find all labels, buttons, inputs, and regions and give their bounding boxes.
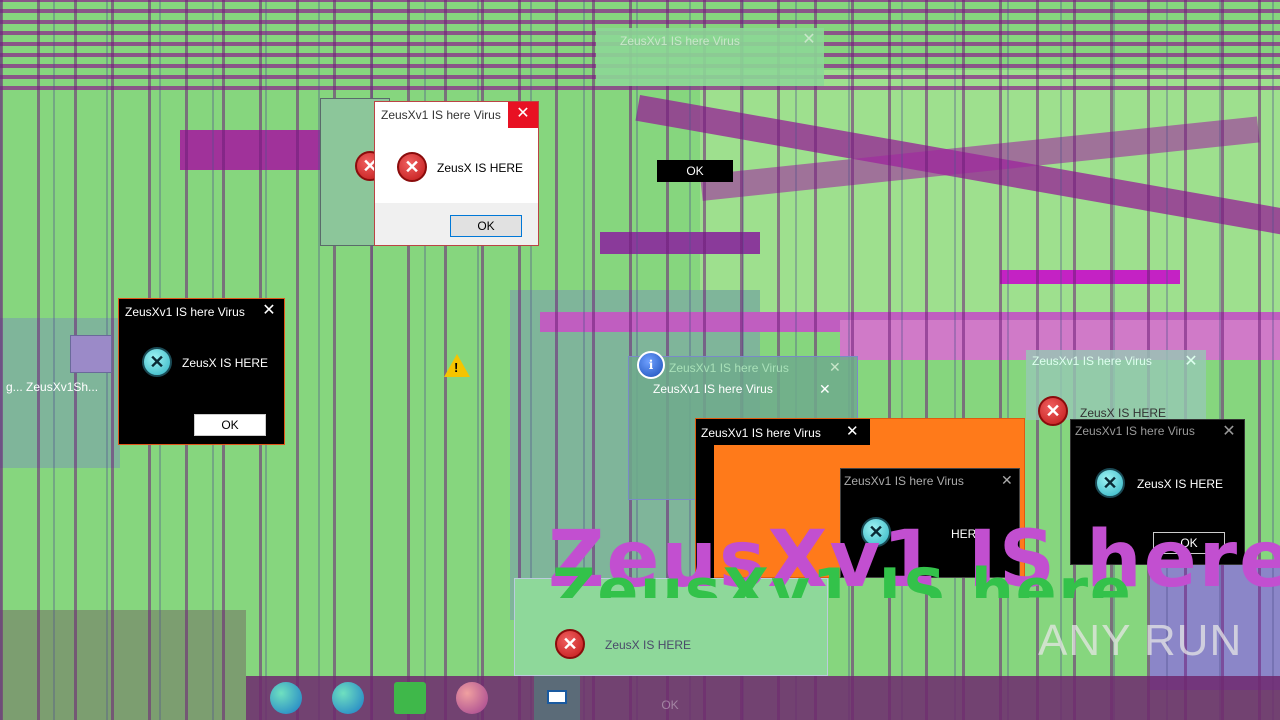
app-icon[interactable] — [456, 682, 488, 714]
dialog-message: ZeusX IS HERE — [1080, 406, 1167, 420]
cyan-error-icon: ✕ — [1095, 468, 1125, 498]
dialog-title: ZeusXv1 IS here Virus — [1075, 424, 1195, 438]
close-button[interactable]: ✕ — [1214, 420, 1244, 446]
active-window-button[interactable] — [534, 676, 580, 720]
ghost-dialog-title: ZeusXv1 IS here Virus — [669, 361, 789, 375]
close-button[interactable]: ✕ — [508, 102, 538, 128]
cyan-error-icon: ✕ — [142, 347, 172, 377]
error-dialog: ZeusXv1 IS here Virus ✕ ✕ ZeusX IS HERE … — [374, 101, 539, 246]
window-icon — [547, 690, 567, 704]
ok-button[interactable]: OK — [450, 215, 522, 237]
close-button[interactable]: ✕ — [846, 422, 859, 440]
ghost-dialog-right: ZeusXv1 IS here Virus ✕ ✕ ZeusX IS HERE — [1026, 350, 1206, 426]
shortcut-label[interactable]: g... ZeusXv1Sh... — [6, 380, 126, 394]
dialog-title: ZeusXv1 IS here Virus — [701, 426, 821, 440]
edge-icon[interactable] — [270, 682, 302, 714]
close-icon[interactable]: ✕ — [1176, 350, 1206, 376]
close-icon[interactable]: ✕ — [819, 381, 831, 398]
error-icon: ✕ — [397, 152, 427, 182]
dialog-title: ZeusXv1 IS here Virus — [125, 305, 245, 319]
dialog-message: ZeusX IS HERE — [605, 638, 692, 652]
ghost-dialog-title: ZeusXv1 IS here Virus — [1032, 354, 1152, 368]
dialog-message: ZeusX IS HERE — [437, 161, 524, 175]
close-icon[interactable]: ✕ — [829, 359, 841, 376]
ghost-dialog-titlebar: ZeusXv1 IS here Virus ✕ — [596, 28, 824, 54]
dialog-footer: OK — [375, 203, 538, 245]
close-icon[interactable]: ✕ — [794, 28, 824, 54]
dialog-titlebar: ZeusXv1 IS here Virus ✕ — [696, 419, 870, 445]
error-dialog-dark: ZeusXv1 IS here Virus ✕ ✕ ZeusX IS HERE … — [118, 298, 285, 445]
dialog-message: ZeusX IS HERE — [1137, 477, 1224, 491]
dialog-message: ZeusX IS HERE — [182, 356, 269, 370]
background-band — [1000, 270, 1180, 284]
dialog-titlebar: ZeusXv1 IS here Virus ✕ — [1071, 420, 1244, 446]
shortcut-icon[interactable] — [70, 335, 112, 373]
close-button[interactable]: ✕ — [1001, 472, 1013, 489]
edge-icon[interactable] — [332, 682, 364, 714]
taskbar: OK — [246, 676, 1280, 720]
ghost-dialog: ZeusXv1 IS here Virus ✕ — [596, 28, 824, 86]
dialog-titlebar: ZeusXv1 IS here Virus ✕ — [375, 102, 538, 128]
error-icon: ✕ — [1038, 396, 1068, 426]
ghost-dialog-title: ZeusXv1 IS here Virus — [620, 34, 740, 48]
background-band — [180, 130, 320, 170]
error-icon: ✕ — [555, 629, 585, 659]
dialog-title: ZeusXv1 IS here Virus — [844, 474, 964, 488]
info-icon: i — [637, 351, 665, 379]
background-band — [600, 232, 760, 254]
folder-icon[interactable] — [394, 682, 426, 714]
dialog-title: ZeusXv1 IS here Virus — [381, 108, 501, 122]
ok-button[interactable]: OK — [194, 414, 266, 436]
stray-ok-button[interactable]: OK — [657, 160, 733, 182]
dialog-titlebar: ZeusXv1 IS here Virus ✕ — [119, 299, 284, 325]
ghost-dialog-subtitle: ZeusXv1 IS here Virus — [653, 382, 773, 396]
background-band — [0, 610, 246, 720]
ghost-ok-button[interactable]: OK — [630, 694, 710, 716]
close-button[interactable]: ✕ — [254, 299, 284, 325]
watermark: ANY RUN — [1038, 616, 1243, 665]
warning-icon-mark: ! — [454, 360, 459, 375]
